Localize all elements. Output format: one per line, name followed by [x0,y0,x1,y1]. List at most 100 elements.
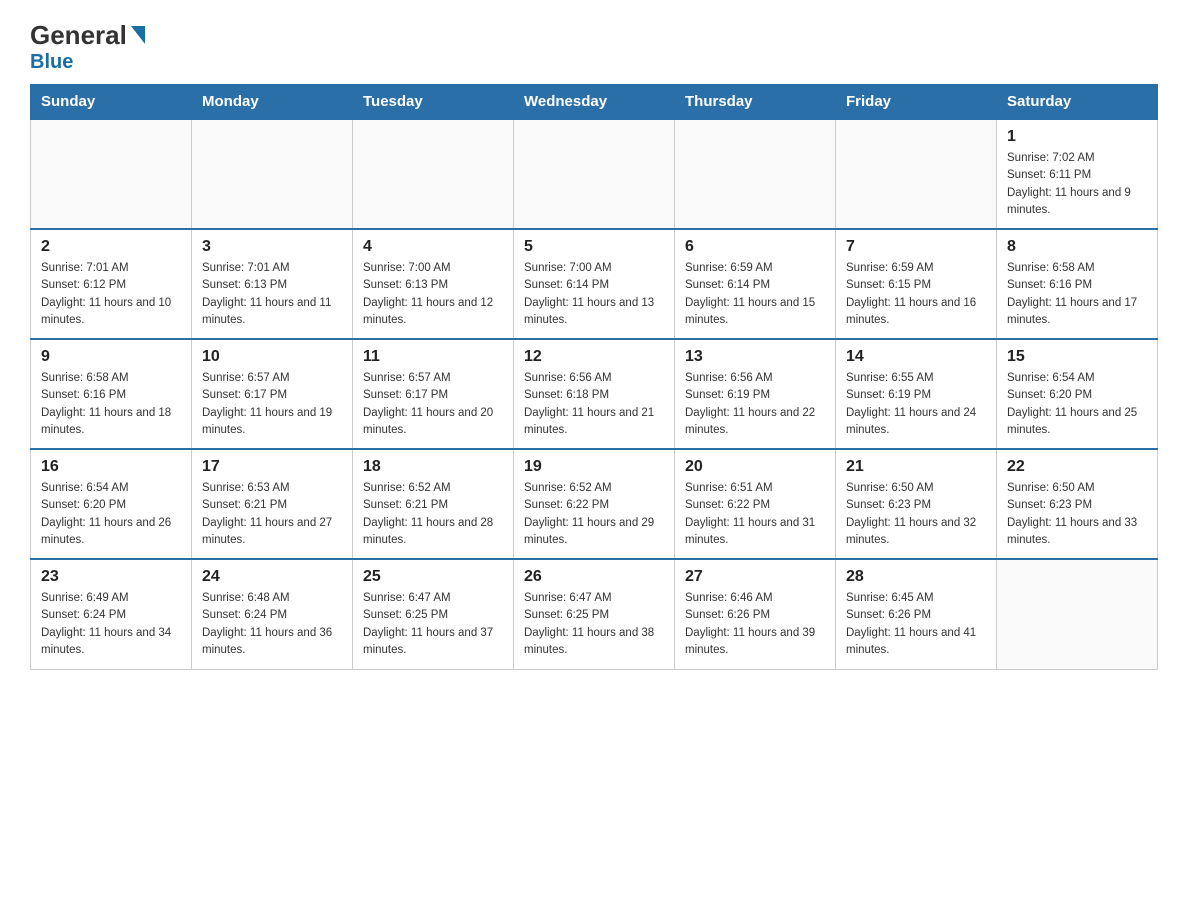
day-sun-info: Sunrise: 7:01 AMSunset: 6:13 PMDaylight:… [202,260,342,329]
calendar-cell: 10 Sunrise: 6:57 AMSunset: 6:17 PMDayligh… [192,339,353,449]
day-sun-info: Sunrise: 6:54 AMSunset: 6:20 PMDaylight:… [41,480,181,549]
weekday-header-monday: Monday [192,85,353,120]
calendar-cell [997,559,1158,669]
day-number: 3 [202,238,342,256]
day-number: 22 [1007,458,1147,476]
calendar-cell: 14Sunrise: 6:55 AMSunset: 6:19 PMDayligh… [836,339,997,449]
calendar-cell: 19Sunrise: 6:52 AMSunset: 6:22 PMDayligh… [514,449,675,559]
calendar-table: SundayMondayTuesdayWednesdayThursdayFrid… [30,84,1158,670]
day-number: 24 [202,568,342,586]
day-sun-info: Sunrise: 6:58 AMSunset: 6:16 PMDaylight:… [41,370,181,439]
calendar-cell: 12 Sunrise: 6:56 AMSunset: 6:18 PMDayligh… [514,339,675,449]
day-sun-info: Sunrise: 6:59 AMSunset: 6:14 PMDaylight:… [685,260,825,329]
day-number: 1 [1007,128,1147,146]
day-number: 28 [846,568,986,586]
week-row-2: 2Sunrise: 7:01 AMSunset: 6:12 PMDaylight… [31,229,1158,339]
day-sun-info: Sunrise: 6:47 AMSunset: 6:25 PMDaylight:… [363,590,503,659]
calendar-cell [192,119,353,229]
day-sun-info: Sunrise: 6:56 AMSunset: 6:19 PMDaylight:… [685,370,825,439]
calendar-cell: 15 Sunrise: 6:54 AMSunset: 6:20 PMDayligh… [997,339,1158,449]
calendar-cell: 25 Sunrise: 6:47 AMSunset: 6:25 PMDayligh… [353,559,514,669]
calendar-cell: 1 Sunrise: 7:02 AMSunset: 6:11 PMDaylight… [997,119,1158,229]
calendar-cell: 6 Sunrise: 6:59 AMSunset: 6:14 PMDaylight… [675,229,836,339]
day-number: 23 [41,568,181,586]
calendar-cell [836,119,997,229]
day-number: 15 [1007,348,1147,366]
day-number: 6 [685,238,825,256]
calendar-cell: 20Sunrise: 6:51 AMSunset: 6:22 PMDayligh… [675,449,836,559]
day-number: 10 [202,348,342,366]
calendar-cell: 27Sunrise: 6:46 AMSunset: 6:26 PMDayligh… [675,559,836,669]
day-number: 12 [524,348,664,366]
day-sun-info: Sunrise: 6:57 AMSunset: 6:17 PMDaylight:… [363,370,503,439]
day-sun-info: Sunrise: 7:02 AMSunset: 6:11 PMDaylight:… [1007,150,1147,219]
day-number: 27 [685,568,825,586]
calendar-cell: 13 Sunrise: 6:56 AMSunset: 6:19 PMDayligh… [675,339,836,449]
page-header: General Blue [30,20,1158,74]
calendar-cell: 7 Sunrise: 6:59 AMSunset: 6:15 PMDaylight… [836,229,997,339]
calendar-cell: 23 Sunrise: 6:49 AMSunset: 6:24 PMDayligh… [31,559,192,669]
day-number: 8 [1007,238,1147,256]
day-number: 13 [685,348,825,366]
weekday-header-row: SundayMondayTuesdayWednesdayThursdayFrid… [31,85,1158,120]
logo-general-text: General [30,20,127,51]
calendar-cell: 9 Sunrise: 6:58 AMSunset: 6:16 PMDaylight… [31,339,192,449]
weekday-header-friday: Friday [836,85,997,120]
day-sun-info: Sunrise: 7:00 AMSunset: 6:14 PMDaylight:… [524,260,664,329]
calendar-cell: 5 Sunrise: 7:00 AMSunset: 6:14 PMDaylight… [514,229,675,339]
day-sun-info: Sunrise: 6:54 AMSunset: 6:20 PMDaylight:… [1007,370,1147,439]
day-sun-info: Sunrise: 6:59 AMSunset: 6:15 PMDaylight:… [846,260,986,329]
day-number: 17 [202,458,342,476]
weekday-header-tuesday: Tuesday [353,85,514,120]
day-number: 21 [846,458,986,476]
calendar-cell: 18 Sunrise: 6:52 AMSunset: 6:21 PMDayligh… [353,449,514,559]
calendar-cell: 16 Sunrise: 6:54 AMSunset: 6:20 PMDayligh… [31,449,192,559]
day-sun-info: Sunrise: 6:45 AMSunset: 6:26 PMDaylight:… [846,590,986,659]
day-sun-info: Sunrise: 6:49 AMSunset: 6:24 PMDaylight:… [41,590,181,659]
day-number: 9 [41,348,181,366]
week-row-5: 23 Sunrise: 6:49 AMSunset: 6:24 PMDayligh… [31,559,1158,669]
day-sun-info: Sunrise: 6:48 AMSunset: 6:24 PMDaylight:… [202,590,342,659]
calendar-cell: 3 Sunrise: 7:01 AMSunset: 6:13 PMDaylight… [192,229,353,339]
calendar-cell: 28 Sunrise: 6:45 AMSunset: 6:26 PMDayligh… [836,559,997,669]
calendar-cell [31,119,192,229]
day-sun-info: Sunrise: 6:58 AMSunset: 6:16 PMDaylight:… [1007,260,1147,329]
day-sun-info: Sunrise: 6:52 AMSunset: 6:21 PMDaylight:… [363,480,503,549]
calendar-cell: 17 Sunrise: 6:53 AMSunset: 6:21 PMDayligh… [192,449,353,559]
calendar-cell: 22 Sunrise: 6:50 AMSunset: 6:23 PMDayligh… [997,449,1158,559]
calendar-cell [353,119,514,229]
calendar-cell: 2Sunrise: 7:01 AMSunset: 6:12 PMDaylight… [31,229,192,339]
day-sun-info: Sunrise: 6:56 AMSunset: 6:18 PMDaylight:… [524,370,664,439]
day-number: 25 [363,568,503,586]
calendar-cell: 26 Sunrise: 6:47 AMSunset: 6:25 PMDayligh… [514,559,675,669]
day-number: 4 [363,238,503,256]
day-sun-info: Sunrise: 6:50 AMSunset: 6:23 PMDaylight:… [1007,480,1147,549]
weekday-header-thursday: Thursday [675,85,836,120]
day-sun-info: Sunrise: 6:47 AMSunset: 6:25 PMDaylight:… [524,590,664,659]
day-number: 16 [41,458,181,476]
day-sun-info: Sunrise: 7:00 AMSunset: 6:13 PMDaylight:… [363,260,503,329]
calendar-cell: 11Sunrise: 6:57 AMSunset: 6:17 PMDayligh… [353,339,514,449]
day-number: 20 [685,458,825,476]
day-sun-info: Sunrise: 6:57 AMSunset: 6:17 PMDaylight:… [202,370,342,439]
calendar-cell [514,119,675,229]
day-sun-info: Sunrise: 7:01 AMSunset: 6:12 PMDaylight:… [41,260,181,329]
logo-arrow-icon [131,26,145,44]
weekday-header-saturday: Saturday [997,85,1158,120]
calendar-cell [675,119,836,229]
day-number: 19 [524,458,664,476]
calendar-cell: 4 Sunrise: 7:00 AMSunset: 6:13 PMDaylight… [353,229,514,339]
weekday-header-wednesday: Wednesday [514,85,675,120]
logo: General Blue [30,20,145,74]
week-row-3: 9 Sunrise: 6:58 AMSunset: 6:16 PMDaylight… [31,339,1158,449]
day-number: 14 [846,348,986,366]
day-number: 18 [363,458,503,476]
day-number: 5 [524,238,664,256]
day-number: 26 [524,568,664,586]
day-number: 7 [846,238,986,256]
day-sun-info: Sunrise: 6:53 AMSunset: 6:21 PMDaylight:… [202,480,342,549]
day-sun-info: Sunrise: 6:50 AMSunset: 6:23 PMDaylight:… [846,480,986,549]
weekday-header-sunday: Sunday [31,85,192,120]
calendar-cell: 8 Sunrise: 6:58 AMSunset: 6:16 PMDaylight… [997,229,1158,339]
logo-blue-text: Blue [30,51,73,73]
